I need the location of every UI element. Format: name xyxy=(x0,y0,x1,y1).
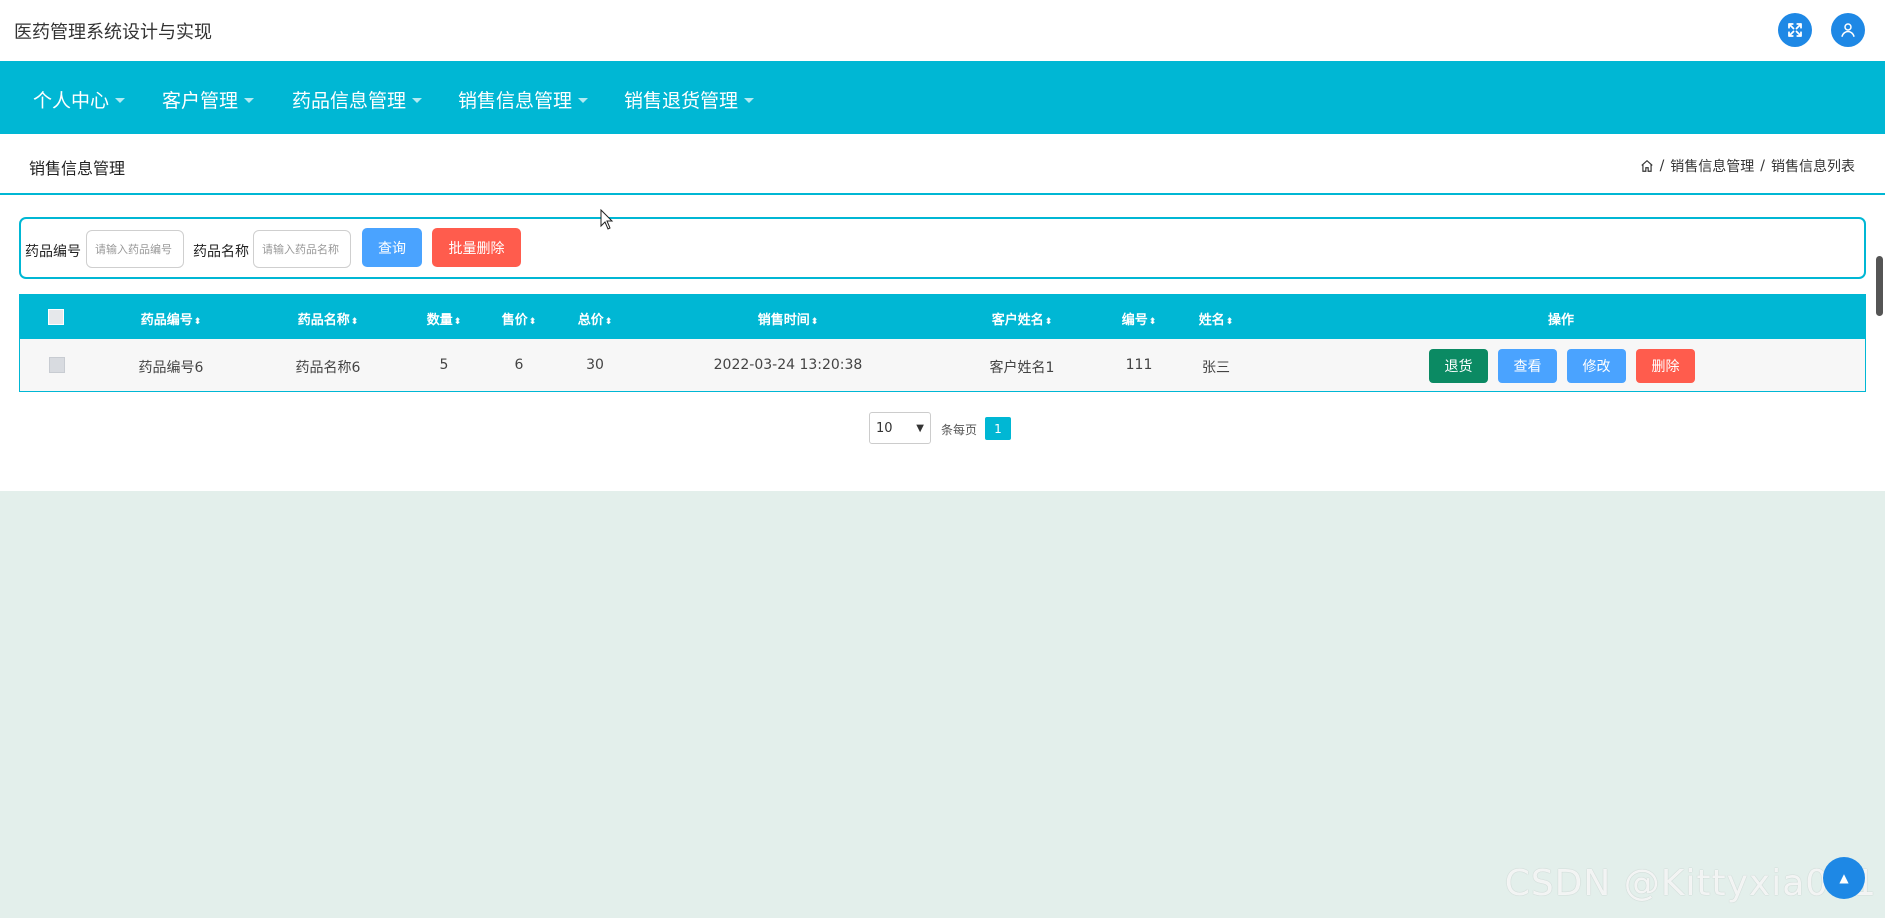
per-page-label: 条每页 xyxy=(941,423,978,437)
th-id[interactable]: 编号⬍ xyxy=(1122,309,1157,328)
chevron-down-icon: ▼ xyxy=(916,422,924,434)
page-number-1[interactable]: 1 xyxy=(985,417,1011,440)
watermark: CSDN @Kittyxia001 xyxy=(1504,863,1877,904)
page-size-select[interactable]: 10 ▼ xyxy=(869,412,931,444)
select-all-checkbox[interactable] xyxy=(48,309,64,325)
drug-name-input[interactable] xyxy=(253,230,351,268)
cell-sale-time: 2022-03-24 13:20:38 xyxy=(713,357,863,373)
app-title: 医药管理系统设计与实现 xyxy=(14,22,212,43)
cell-quantity: 5 xyxy=(439,357,449,373)
return-button[interactable]: 退货 xyxy=(1429,349,1488,383)
cell-drug-code: 药品编号6 xyxy=(138,360,204,376)
expand-icon xyxy=(1788,23,1802,37)
caret-down-icon xyxy=(244,98,255,103)
sort-icon: ⬍ xyxy=(453,317,462,327)
sort-icon: ⬍ xyxy=(1225,317,1234,327)
nav-item-sales-info[interactable]: 销售信息管理 xyxy=(458,86,589,113)
nav-item-customer[interactable]: 客户管理 xyxy=(162,86,255,113)
th-total[interactable]: 总价⬍ xyxy=(578,309,613,328)
breadcrumb-sales-list: 销售信息列表 xyxy=(1771,159,1855,175)
main-nav: 个人中心 客户管理 药品信息管理 销售信息管理 销售退货管理 xyxy=(0,61,1885,134)
sort-icon: ⬍ xyxy=(528,317,537,327)
caret-down-icon xyxy=(115,98,126,103)
user-icon xyxy=(1841,23,1855,37)
sort-icon: ⬍ xyxy=(193,317,202,327)
row-checkbox[interactable] xyxy=(49,357,65,373)
edit-button[interactable]: 修改 xyxy=(1567,349,1626,383)
breadcrumb-sales-info[interactable]: 销售信息管理 xyxy=(1670,156,1754,176)
user-button[interactable] xyxy=(1831,13,1865,47)
sort-icon: ⬍ xyxy=(810,317,819,327)
cell-price: 6 xyxy=(514,357,524,373)
sort-icon: ⬍ xyxy=(604,317,613,327)
mouse-cursor-icon xyxy=(600,209,614,230)
caret-down-icon xyxy=(744,98,755,103)
cell-person-name: 张三 xyxy=(1202,360,1230,376)
sort-icon: ⬍ xyxy=(1148,317,1157,327)
name-label: 药品名称 xyxy=(193,244,249,260)
sort-icon: ⬍ xyxy=(350,317,359,327)
cell-id: 111 xyxy=(1125,357,1153,373)
page-title: 销售信息管理 xyxy=(29,159,126,178)
query-button[interactable]: 查询 xyxy=(362,228,422,267)
delete-button[interactable]: 删除 xyxy=(1636,349,1695,383)
sales-table: 药品编号⬍ 药品名称⬍ 数量⬍ 售价⬍ 总价⬍ 销售时间⬍ 客户姓名⬍ 编号⬍ … xyxy=(19,294,1866,392)
scrollbar-thumb[interactable] xyxy=(1876,256,1883,316)
cell-customer-name: 客户姓名1 xyxy=(989,360,1055,376)
drug-code-input[interactable] xyxy=(86,230,184,268)
arrow-up-icon: ▲ xyxy=(1839,871,1849,885)
th-person-name[interactable]: 姓名⬍ xyxy=(1199,309,1234,328)
th-quantity[interactable]: 数量⬍ xyxy=(427,309,462,328)
content-panel: 销售信息管理 / 销售信息管理 / 销售信息列表 药品编号 药品名称 查询 批量… xyxy=(0,134,1885,491)
nav-item-sales-return[interactable]: 销售退货管理 xyxy=(624,86,755,113)
page-header: 销售信息管理 / 销售信息管理 / 销售信息列表 xyxy=(0,134,1885,195)
th-drug-name[interactable]: 药品名称⬍ xyxy=(298,309,359,328)
back-to-top-button[interactable]: ▲ xyxy=(1823,857,1865,899)
batch-delete-button[interactable]: 批量删除 xyxy=(432,228,521,267)
th-drug-code[interactable]: 药品编号⬍ xyxy=(141,309,202,328)
search-form: 药品编号 药品名称 查询 批量删除 xyxy=(19,217,1866,279)
th-customer-name[interactable]: 客户姓名⬍ xyxy=(992,309,1053,328)
th-price[interactable]: 售价⬍ xyxy=(502,309,537,328)
sort-icon: ⬍ xyxy=(1044,317,1053,327)
fullscreen-button[interactable] xyxy=(1778,13,1812,47)
th-actions: 操作 xyxy=(1547,313,1575,328)
cell-total: 30 xyxy=(586,357,604,373)
top-bar: 医药管理系统设计与实现 xyxy=(0,0,1885,61)
breadcrumb: / 销售信息管理 / 销售信息列表 xyxy=(1640,156,1855,176)
table-row: 药品编号6 药品名称6 5 6 30 2022-03-24 13:20:38 客… xyxy=(20,339,1865,391)
home-icon[interactable] xyxy=(1640,159,1654,173)
code-label: 药品编号 xyxy=(25,244,81,260)
th-sale-time[interactable]: 销售时间⬍ xyxy=(758,309,819,328)
caret-down-icon xyxy=(578,98,589,103)
caret-down-icon xyxy=(412,98,423,103)
nav-item-personal-center[interactable]: 个人中心 xyxy=(33,86,126,113)
table-header: 药品编号⬍ 药品名称⬍ 数量⬍ 售价⬍ 总价⬍ 销售时间⬍ 客户姓名⬍ 编号⬍ … xyxy=(20,295,1865,339)
cell-drug-name: 药品名称6 xyxy=(295,360,361,376)
view-button[interactable]: 查看 xyxy=(1498,349,1557,383)
nav-item-drug-info[interactable]: 药品信息管理 xyxy=(292,86,423,113)
